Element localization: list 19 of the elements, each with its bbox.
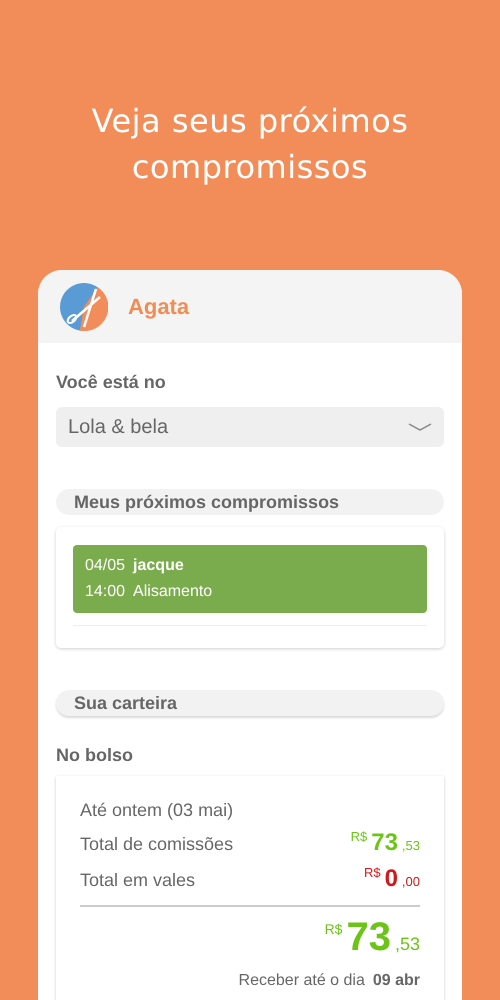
due-date: 09 abr [372, 972, 420, 990]
period-label: Até ontem (03 mai) [80, 800, 234, 821]
client-name: jacque [133, 557, 184, 575]
section-header: Sua carteira [56, 690, 444, 716]
amount-label: Total de comissões [80, 834, 234, 855]
scissors-logo-icon [60, 282, 108, 330]
location-label: Você está no [56, 371, 167, 393]
location-select[interactable]: Lola & bela [56, 407, 444, 447]
wallet-subtitle: No bolso [56, 744, 134, 766]
section-header: Meus próximos compromissos [56, 489, 444, 515]
headline: Veja seus próximos compromissos [90, 101, 410, 188]
due-label: Receber até o dia [238, 972, 365, 990]
appointment-date: 04/05 [85, 557, 126, 575]
amount-label: Total em vales [80, 870, 196, 891]
user-name: Agata [128, 294, 190, 320]
appointment-time: 14:00 [85, 583, 126, 601]
service-name: Alisamento [133, 583, 212, 601]
chevron-down-icon [408, 422, 432, 432]
appointment-item[interactable]: 04/05 jacque 14:00 Alisamento [73, 545, 427, 613]
